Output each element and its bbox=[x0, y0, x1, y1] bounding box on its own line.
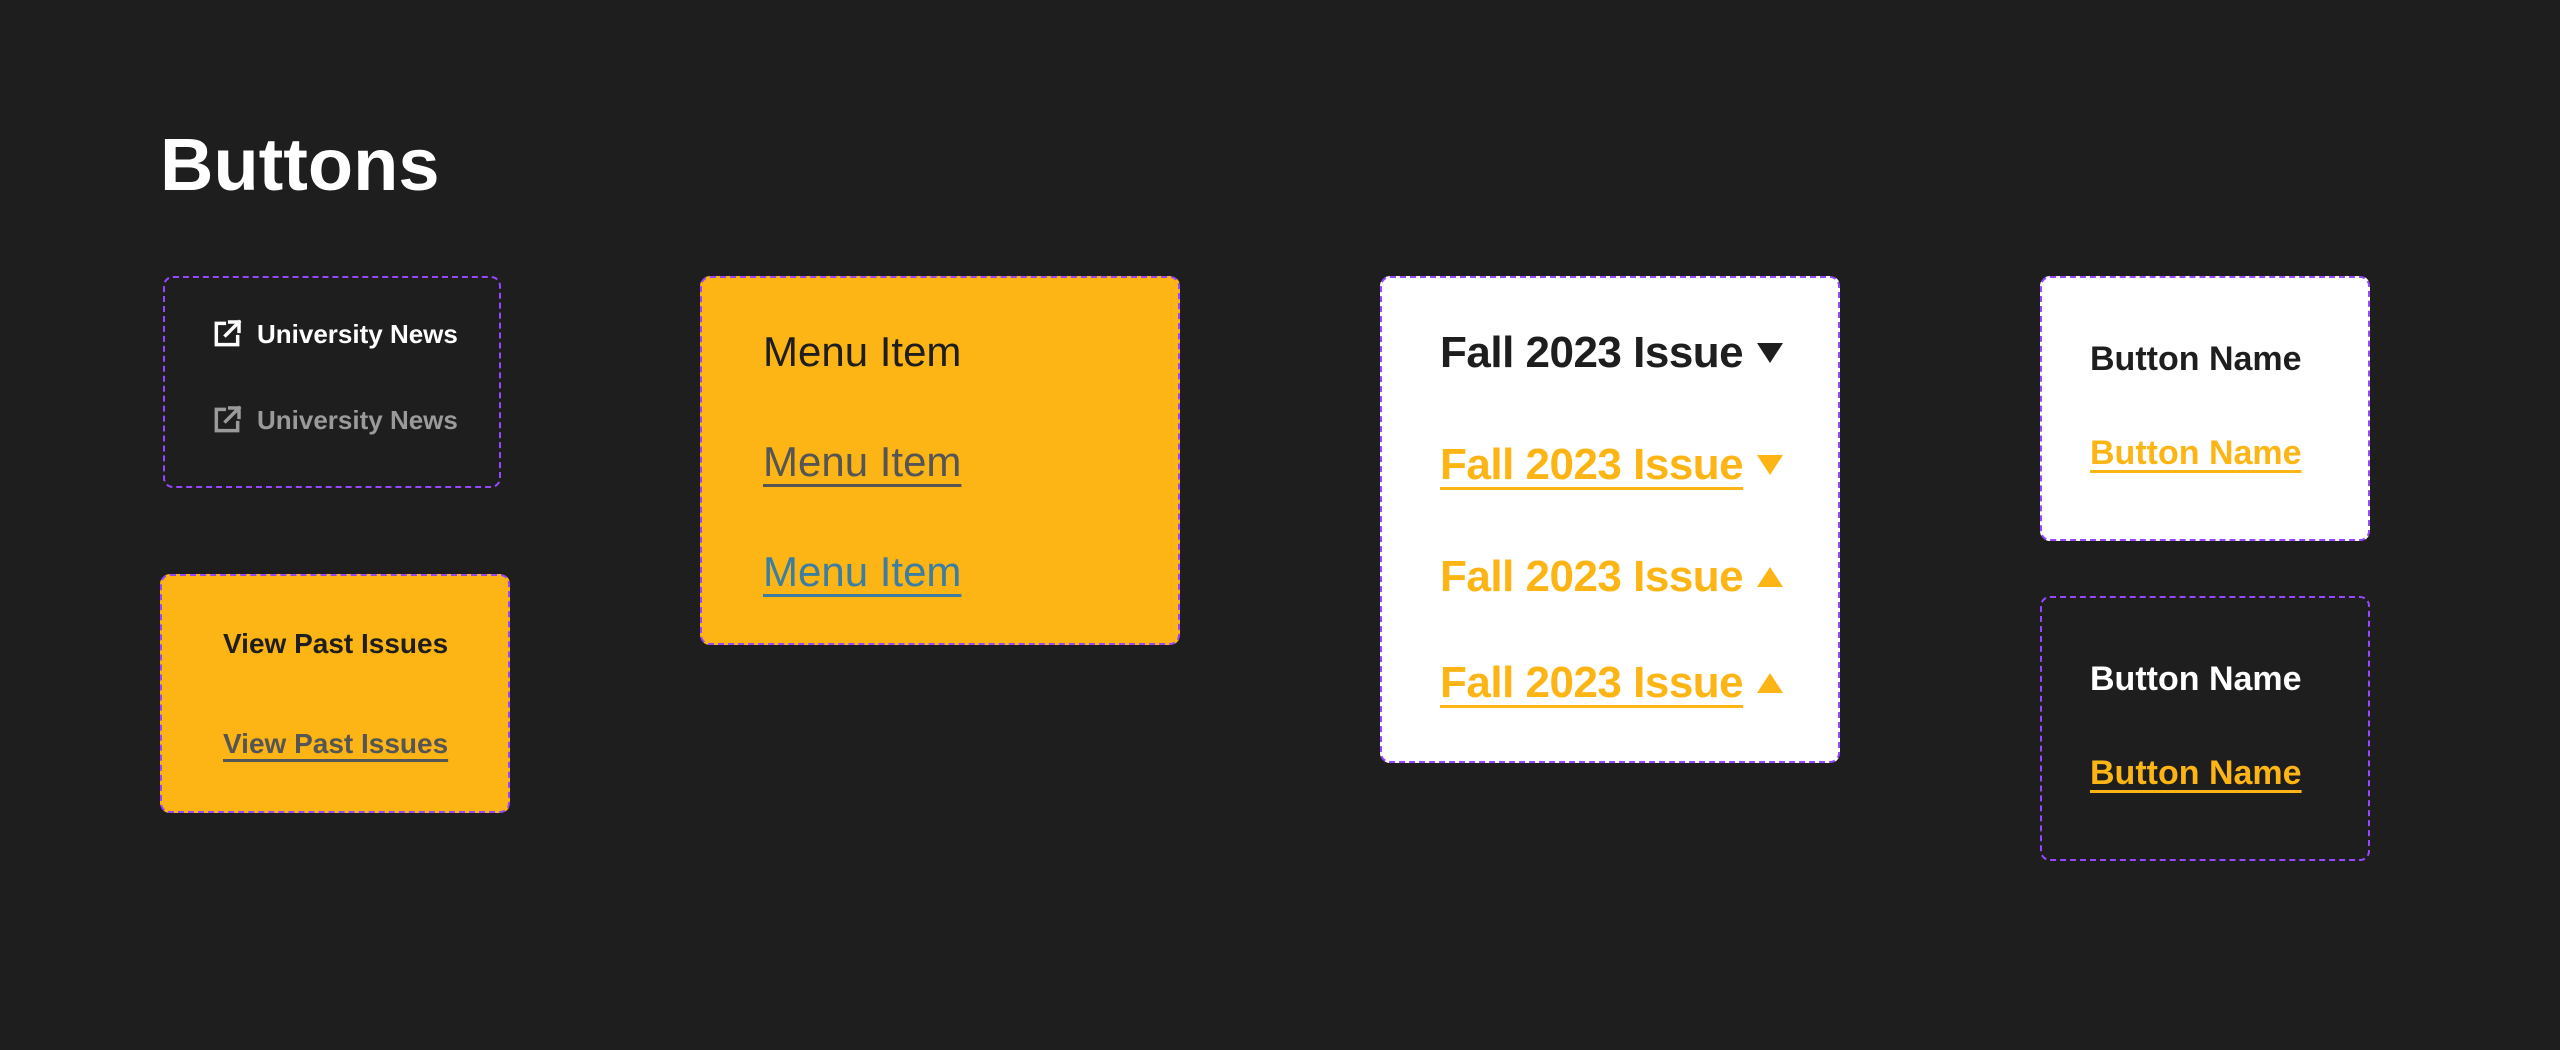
issue-label: Fall 2023 Issue bbox=[1440, 552, 1744, 601]
issue-dropdown-frame: Fall 2023 Issue Fall 2023 Issue Fall 202… bbox=[1380, 276, 1840, 763]
caret-down-icon bbox=[1757, 455, 1784, 475]
caret-up-icon bbox=[1757, 673, 1784, 693]
button-name[interactable]: Button Name bbox=[2090, 660, 2302, 699]
university-news-label: University News bbox=[257, 404, 458, 435]
view-past-issues-frame: View Past Issues View Past Issues bbox=[160, 574, 510, 813]
button-name-hover[interactable]: Button Name bbox=[2090, 434, 2302, 473]
issue-dropdown-toggle-expanded-hover[interactable]: Fall 2023 Issue bbox=[1440, 658, 1784, 708]
menu-item-hover[interactable]: Menu Item bbox=[763, 438, 961, 486]
view-past-issues-button-hover[interactable]: View Past Issues bbox=[223, 728, 448, 760]
issue-label: Fall 2023 Issue bbox=[1440, 328, 1744, 377]
university-news-label: University News bbox=[257, 318, 458, 349]
external-link-icon bbox=[211, 318, 243, 350]
button-name[interactable]: Button Name bbox=[2090, 340, 2302, 379]
external-link-frame: University News University News bbox=[163, 276, 501, 488]
view-past-issues-button[interactable]: View Past Issues bbox=[223, 628, 448, 660]
button-name-dark-frame: Button Name Button Name bbox=[2040, 596, 2370, 861]
issue-label: Fall 2023 Issue bbox=[1440, 440, 1744, 489]
issue-dropdown-toggle-hover[interactable]: Fall 2023 Issue bbox=[1440, 440, 1784, 490]
menu-items-frame: Menu Item Menu Item Menu Item bbox=[700, 276, 1180, 645]
issue-label: Fall 2023 Issue bbox=[1440, 658, 1744, 707]
external-link-icon bbox=[211, 404, 243, 436]
menu-item-active[interactable]: Menu Item bbox=[763, 548, 961, 596]
university-news-link[interactable]: University News bbox=[211, 318, 458, 350]
university-news-link-hover[interactable]: University News bbox=[211, 404, 458, 436]
page-title: Buttons bbox=[160, 123, 440, 206]
menu-item[interactable]: Menu Item bbox=[763, 328, 961, 376]
button-name-hover[interactable]: Button Name bbox=[2090, 754, 2302, 793]
caret-down-icon bbox=[1757, 343, 1784, 363]
caret-up-icon bbox=[1757, 567, 1784, 587]
button-name-light-frame: Button Name Button Name bbox=[2040, 276, 2370, 541]
issue-dropdown-toggle-expanded[interactable]: Fall 2023 Issue bbox=[1440, 552, 1784, 602]
issue-dropdown-toggle[interactable]: Fall 2023 Issue bbox=[1440, 328, 1784, 378]
